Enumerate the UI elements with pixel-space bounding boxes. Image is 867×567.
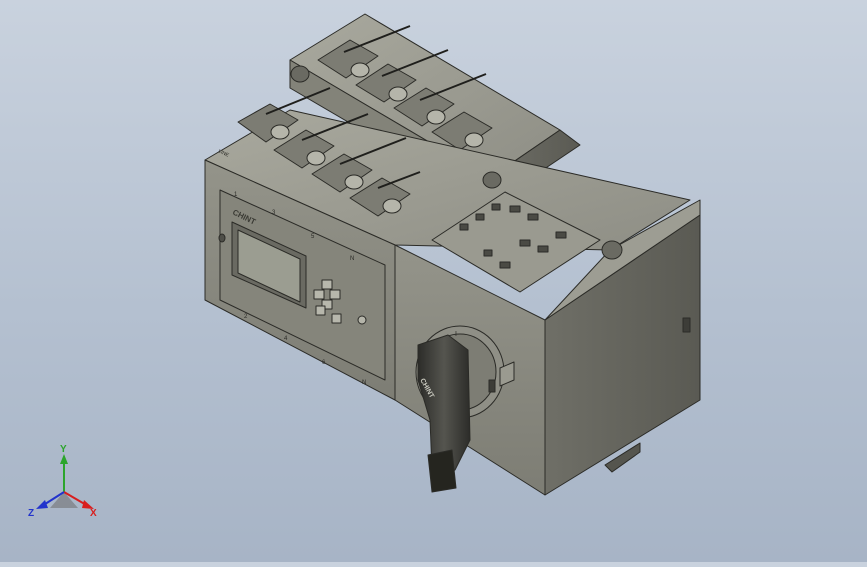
y-axis-arrow: [60, 454, 68, 464]
z-axis-label: Z: [28, 508, 34, 519]
x-axis-label: X: [90, 508, 97, 519]
side-mounting-hole: [601, 240, 623, 260]
switch-model: CHINT CHINT LINE I 1 3 5 N 2 4 6 N: [204, 13, 701, 496]
z-axis-arrow: [36, 500, 48, 509]
panel-clip: [218, 233, 226, 243]
y-axis-label: Y: [60, 444, 67, 455]
side-slot: [682, 317, 691, 333]
coordinate-triad: Y X Z: [28, 444, 97, 519]
top-mounting-hole: [482, 171, 502, 189]
3d-viewport[interactable]: CHINT CHINT LINE I 1 3 5 N 2 4 6 N: [0, 0, 867, 562]
dial-position-label: I: [455, 331, 457, 338]
rear-mounting-hole: [290, 65, 310, 83]
terminal-mark-bottom: N: [362, 380, 366, 386]
handle-grip[interactable]: [427, 449, 457, 493]
triad-base: [50, 492, 78, 508]
lock-slot: [488, 379, 496, 393]
terminal-mark-top: N: [350, 256, 354, 262]
status-led: [357, 315, 367, 325]
